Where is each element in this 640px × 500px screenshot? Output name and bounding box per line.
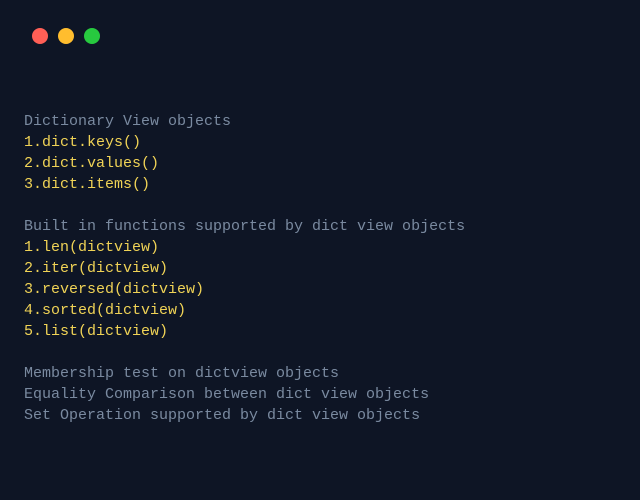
- list-item: 2.iter(dictview): [24, 260, 168, 277]
- maximize-icon: [84, 28, 100, 44]
- minimize-icon: [58, 28, 74, 44]
- section-heading: Dictionary View objects: [24, 113, 231, 130]
- list-item: 2.dict.values(): [24, 155, 159, 172]
- list-item: 3.reversed(dictview): [24, 281, 204, 298]
- close-icon: [32, 28, 48, 44]
- list-item: 1.dict.keys(): [24, 134, 141, 151]
- section-heading: Built in functions supported by dict vie…: [24, 218, 465, 235]
- footer-line: Equality Comparison between dict view ob…: [24, 386, 429, 403]
- list-item: 1.len(dictview): [24, 239, 159, 256]
- list-item: 4.sorted(dictview): [24, 302, 186, 319]
- footer-line: Set Operation supported by dict view obj…: [24, 407, 420, 424]
- code-content: Dictionary View objects 1.dict.keys() 2.…: [0, 44, 640, 450]
- list-item: 5.list(dictview): [24, 323, 168, 340]
- footer-line: Membership test on dictview objects: [24, 365, 339, 382]
- window-controls: [0, 0, 640, 44]
- list-item: 3.dict.items(): [24, 176, 150, 193]
